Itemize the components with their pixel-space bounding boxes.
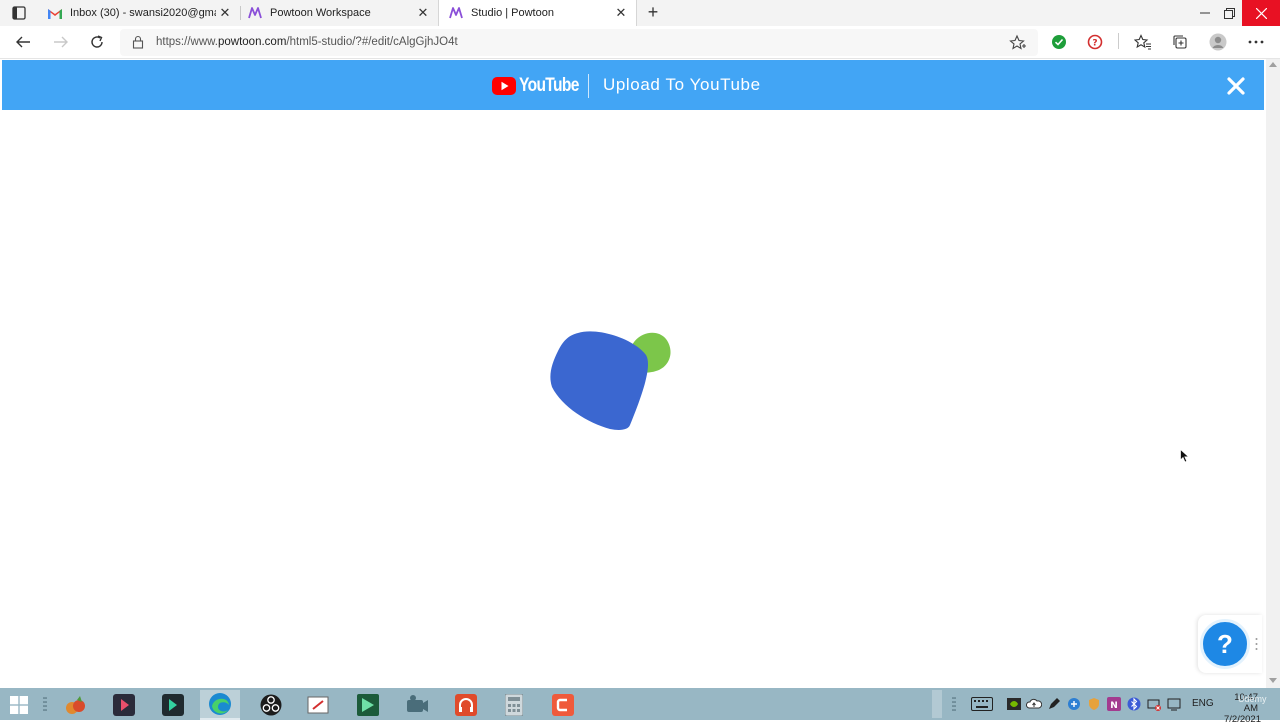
- media-app-icon[interactable]: [397, 690, 437, 720]
- close-tab-icon[interactable]: ✕: [216, 5, 234, 21]
- browser-toolbar: https://www.powtoon.com/html5-studio/?#/…: [0, 26, 1280, 59]
- youtube-wordmark: YouTube: [519, 75, 579, 96]
- bluetooth-tray-icon[interactable]: [1126, 696, 1142, 712]
- extension-help-icon[interactable]: ?: [1086, 33, 1104, 51]
- collections-icon[interactable]: [1171, 33, 1189, 51]
- close-icon[interactable]: [1224, 74, 1248, 98]
- tray-grip-icon: [948, 696, 960, 712]
- start-button[interactable]: [0, 690, 38, 720]
- minimize-icon[interactable]: [1192, 0, 1218, 26]
- back-icon[interactable]: [12, 32, 34, 52]
- help-widget: ?: [1198, 615, 1262, 673]
- gmail-icon: [48, 6, 62, 20]
- windows-logo-icon: [10, 696, 28, 714]
- more-options-icon[interactable]: [1247, 33, 1265, 51]
- header-divider: [588, 74, 589, 98]
- tab-title: Powtoon Workspace: [270, 7, 371, 19]
- url-text[interactable]: https://www.powtoon.com/html5-studio/?#/…: [156, 36, 458, 48]
- tab-powtoon-workspace[interactable]: Powtoon Workspace ✕: [238, 0, 438, 26]
- new-tab-icon[interactable]: +: [644, 2, 662, 22]
- language-indicator[interactable]: ENG: [1192, 698, 1214, 709]
- scroll-up-icon[interactable]: [1269, 62, 1277, 67]
- address-bar[interactable]: https://www.powtoon.com/html5-studio/?#/…: [120, 29, 1038, 56]
- mouse-cursor-icon: [1180, 448, 1190, 463]
- restore-icon[interactable]: [1216, 0, 1242, 26]
- youtube-play-icon: [492, 77, 516, 95]
- canva-app-icon[interactable]: [543, 690, 583, 720]
- help-button[interactable]: ?: [1200, 619, 1250, 669]
- refresh-icon[interactable]: [86, 32, 108, 52]
- vertical-scrollbar[interactable]: [1266, 59, 1280, 688]
- youtube-logo: YouTube: [492, 75, 592, 97]
- forward-icon[interactable]: [50, 32, 72, 52]
- windows-taskbar: N ENG 10:47 AM 7/2/2021 Udemy: [0, 688, 1280, 725]
- profile-avatar-icon[interactable]: [1209, 33, 1227, 51]
- svg-text:?: ?: [1092, 39, 1097, 49]
- calculator-icon[interactable]: [494, 690, 534, 720]
- toolbar-divider: [1118, 33, 1119, 49]
- edge-browser-icon[interactable]: [200, 690, 240, 720]
- filmora-icon[interactable]: [153, 690, 193, 720]
- url-path: /html5-studio/?#/edit/cAlgGjhJO4t: [286, 36, 458, 48]
- loader-blue-blob: [550, 331, 649, 430]
- page-content: YouTube Upload To YouTube ?: [0, 59, 1266, 688]
- modal-title: Upload To YouTube: [603, 75, 761, 94]
- window-close-icon[interactable]: [1242, 0, 1280, 26]
- loading-animation: [548, 327, 678, 431]
- fruit-app-icon[interactable]: [56, 690, 96, 720]
- tab-title: Studio | Powtoon: [471, 7, 554, 19]
- update-tray-icon[interactable]: [1066, 696, 1082, 712]
- taskbar-grip-icon: [38, 690, 52, 720]
- lock-icon[interactable]: [132, 35, 146, 49]
- browser-tab-strip: Inbox (30) - swansi2020@gmail.c ✕ Powtoo…: [0, 0, 1280, 26]
- tab-studio-powtoon[interactable]: Studio | Powtoon ✕: [438, 0, 637, 26]
- onenote-tray-icon[interactable]: N: [1106, 696, 1122, 712]
- security-tray-icon[interactable]: [1086, 696, 1102, 712]
- audio-app-icon[interactable]: [446, 690, 486, 720]
- close-tab-icon[interactable]: ✕: [414, 5, 432, 21]
- add-favorite-icon[interactable]: [1009, 34, 1027, 52]
- onedrive-icon[interactable]: [1026, 696, 1042, 712]
- powtoon-icon: [248, 6, 262, 20]
- udemy-watermark: Udemy: [1238, 694, 1267, 704]
- tray-pen-icon[interactable]: [1046, 696, 1062, 712]
- url-prefix: https://www.: [156, 36, 218, 48]
- obs-icon[interactable]: [251, 690, 291, 720]
- upload-modal-header: YouTube Upload To YouTube: [2, 60, 1264, 110]
- tab-gmail[interactable]: Inbox (30) - swansi2020@gmail.c ✕: [38, 0, 240, 26]
- camtasia-icon[interactable]: [348, 690, 388, 720]
- volume-icon[interactable]: [1166, 696, 1182, 712]
- show-hidden-icons-icon[interactable]: [932, 690, 942, 718]
- favorites-icon[interactable]: [1134, 33, 1152, 51]
- close-tab-icon[interactable]: ✕: [612, 5, 630, 21]
- drag-handle-icon[interactable]: [1255, 637, 1258, 651]
- touch-keyboard-icon[interactable]: [970, 696, 994, 712]
- snip-tool-icon[interactable]: [299, 690, 339, 720]
- network-blocked-icon[interactable]: [1146, 696, 1162, 712]
- tab-title: Inbox (30) - swansi2020@gmail.c: [70, 7, 216, 19]
- url-host: powtoon.com: [218, 36, 287, 48]
- extension-check-icon[interactable]: [1050, 33, 1068, 51]
- nvidia-tray-icon[interactable]: [1006, 696, 1022, 712]
- powtoon-icon: [449, 6, 463, 20]
- video-editor-icon[interactable]: [104, 690, 144, 720]
- tab-actions-icon[interactable]: [10, 5, 28, 21]
- scroll-down-icon[interactable]: [1269, 678, 1277, 683]
- svg-text:N: N: [1110, 701, 1118, 711]
